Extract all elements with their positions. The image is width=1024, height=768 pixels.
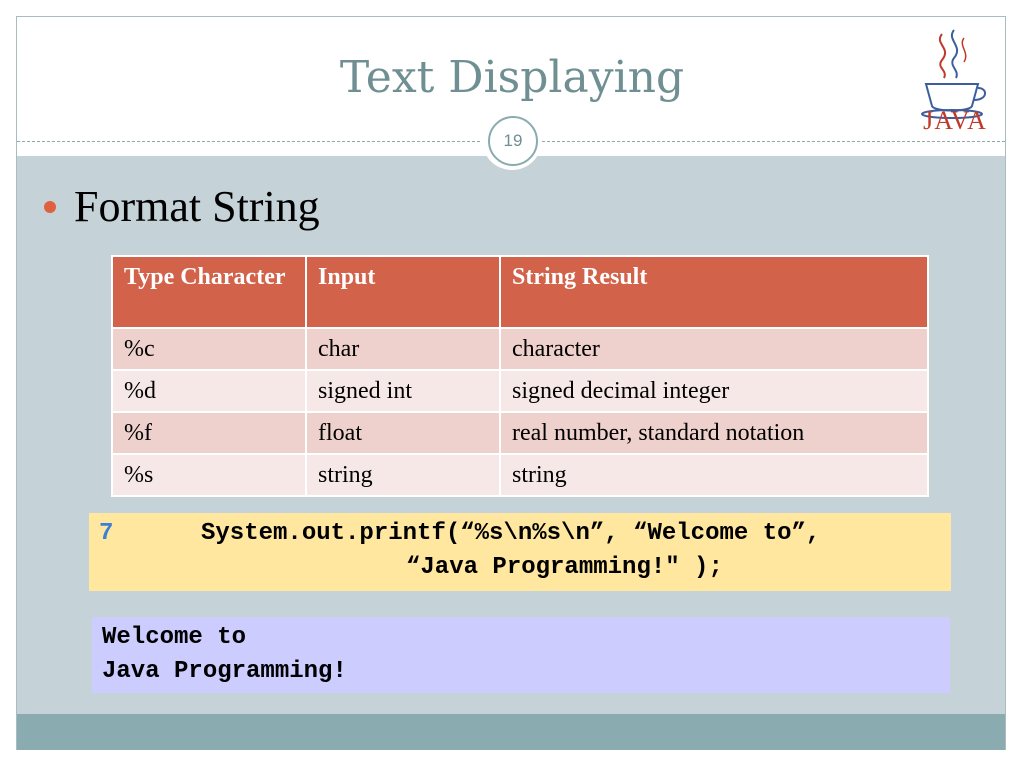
bullet-item: Format String — [44, 184, 320, 230]
table-cell: real number, standard notation — [499, 411, 929, 455]
page-number: 19 — [488, 116, 538, 166]
table-cell: float — [305, 411, 501, 455]
table-row: %d signed int signed decimal integer — [111, 369, 929, 413]
table-cell: char — [305, 327, 501, 371]
output-line-1: Welcome to — [102, 624, 247, 651]
table-cell: signed decimal integer — [499, 369, 929, 413]
code-line-1: System.out.printf(“%s\n%s\n”, “Welcome t… — [201, 520, 821, 547]
format-specifier-table: Type Character Input String Result %c ch… — [111, 255, 929, 497]
table-row: %c char character — [111, 327, 929, 371]
table-row: %s string string — [111, 453, 929, 497]
column-header: String Result — [499, 255, 929, 329]
java-logo-text: JAVA — [923, 106, 987, 135]
table-cell: %s — [111, 453, 307, 497]
code-line-2: “Java Programming!" ); — [406, 554, 723, 581]
table-header-row: Type Character Input String Result — [111, 255, 929, 329]
code-line-number: 7 — [99, 520, 114, 547]
table-row: %f float real number, standard notation — [111, 411, 929, 455]
table-cell: string — [305, 453, 501, 497]
slide-title: Text Displaying — [339, 52, 685, 103]
table-cell: %c — [111, 327, 307, 371]
table-cell: %f — [111, 411, 307, 455]
output-line-2: Java Programming! — [102, 658, 347, 685]
bullet-text: Format String — [74, 182, 320, 231]
slide-footer-bar — [17, 714, 1005, 750]
table-cell: character — [499, 327, 929, 371]
table-cell: signed int — [305, 369, 501, 413]
column-header: Type Character — [111, 255, 307, 329]
code-snippet: 7 System.out.printf(“%s\n%s\n”, “Welcome… — [89, 513, 951, 591]
table-cell: string — [499, 453, 929, 497]
bullet-dot-icon — [44, 201, 56, 213]
program-output: Welcome to Java Programming! — [92, 617, 950, 693]
column-header: Input — [305, 255, 501, 329]
table-cell: %d — [111, 369, 307, 413]
